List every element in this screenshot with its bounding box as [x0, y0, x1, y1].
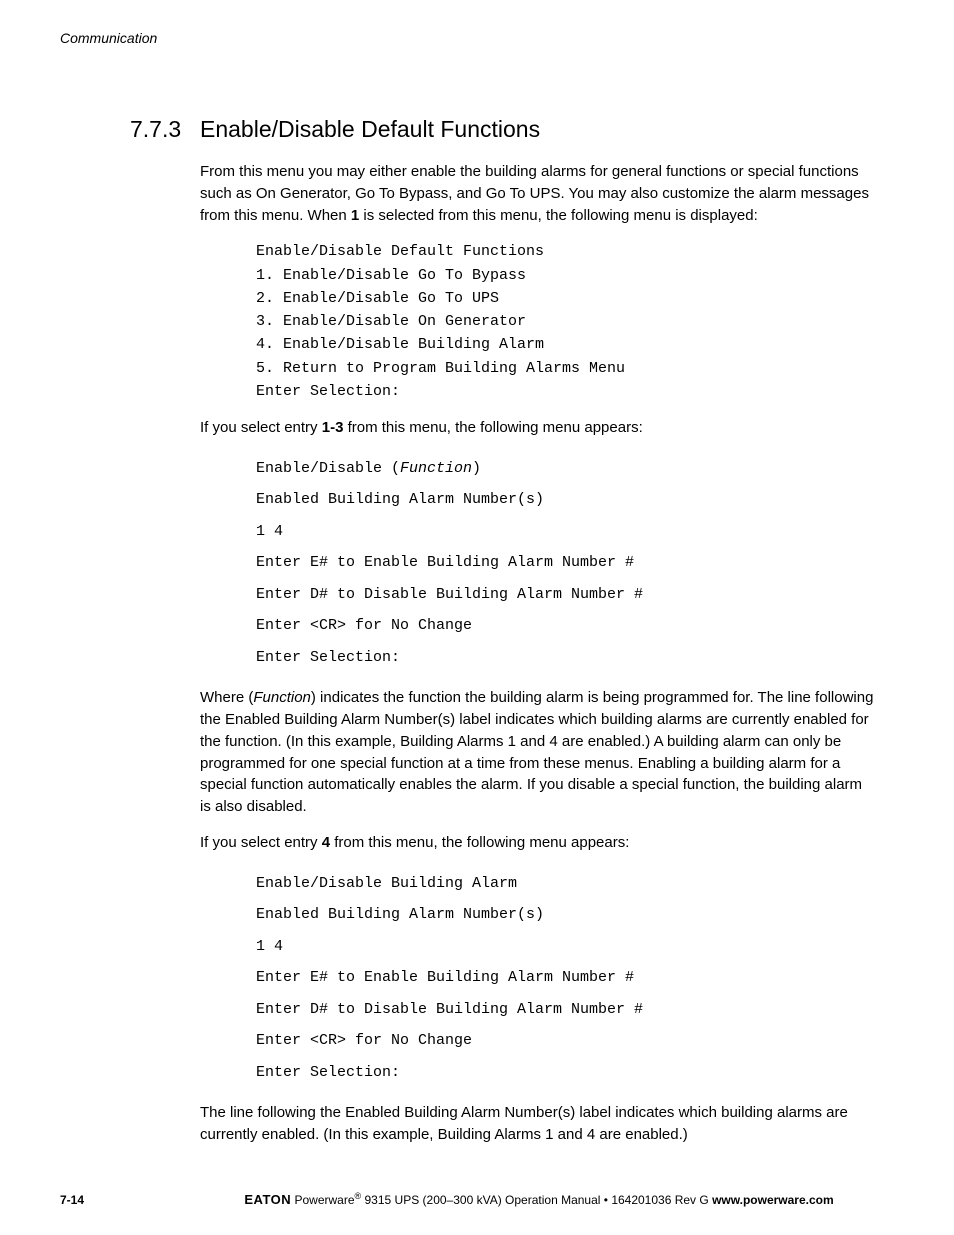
- menu-line: Enable/Disable Building Alarm: [256, 875, 517, 892]
- paragraph-5: The line following the Enabled Building …: [200, 1102, 874, 1146]
- menu-line: Enter <CR> for No Change: [256, 617, 472, 634]
- menu-line: Enter E# to Enable Building Alarm Number…: [256, 969, 634, 986]
- function-italic: Function: [253, 689, 311, 706]
- menu-line: Enabled Building Alarm Number(s): [256, 906, 544, 923]
- bold-4: 4: [322, 834, 330, 851]
- menu-line: 2. Enable/Disable Go To UPS: [256, 290, 499, 307]
- function-placeholder: Function: [400, 460, 472, 477]
- menu-line: Enter Selection:: [256, 649, 400, 666]
- text: Where (: [200, 689, 253, 706]
- menu-line: Enter D# to Disable Building Alarm Numbe…: [256, 1001, 643, 1018]
- menu-line: Enter Selection:: [256, 1064, 400, 1081]
- page-content: 7.7.3 Enable/Disable Default Functions F…: [200, 116, 874, 1146]
- text: from this menu, the following menu appea…: [330, 834, 629, 851]
- section-title: Enable/Disable Default Functions: [200, 116, 540, 142]
- menu-block-3: Enable/Disable Building Alarm Enabled Bu…: [256, 868, 874, 1089]
- menu-line: Enter E# to Enable Building Alarm Number…: [256, 554, 634, 571]
- menu-line: 1 4: [256, 938, 283, 955]
- text: ) indicates the function the building al…: [200, 689, 873, 815]
- menu-line: Enable/Disable (Function): [256, 460, 481, 477]
- page-number: 7-14: [60, 1193, 84, 1207]
- page-footer: 7-14 EATON Powerware® 9315 UPS (200–300 …: [60, 1191, 894, 1207]
- menu-line: 4. Enable/Disable Building Alarm: [256, 336, 544, 353]
- menu-line: Enabled Building Alarm Number(s): [256, 491, 544, 508]
- bold-1-3: 1-3: [322, 419, 344, 436]
- text: is selected from this menu, the followin…: [359, 207, 758, 224]
- menu-line: Enter <CR> for No Change: [256, 1032, 472, 1049]
- menu-line: Enter D# to Disable Building Alarm Numbe…: [256, 586, 643, 603]
- doc-id: 164201036 Rev G: [611, 1193, 712, 1207]
- footer-center: EATON Powerware® 9315 UPS (200–300 kVA) …: [184, 1191, 894, 1207]
- text: ): [472, 460, 481, 477]
- paragraph-4: If you select entry 4 from this menu, th…: [200, 832, 874, 854]
- paragraph-2: If you select entry 1-3 from this menu, …: [200, 417, 874, 439]
- menu-line: 1. Enable/Disable Go To Bypass: [256, 267, 526, 284]
- menu-line: 3. Enable/Disable On Generator: [256, 313, 526, 330]
- menu-line: Enter Selection:: [256, 383, 400, 400]
- running-header: Communication: [60, 30, 894, 46]
- brand-name: EATON: [244, 1192, 291, 1207]
- footer-url: www.powerware.com: [712, 1193, 834, 1207]
- menu-block-1: Enable/Disable Default Functions 1. Enab…: [256, 240, 874, 403]
- paragraph-3: Where (Function) indicates the function …: [200, 687, 874, 818]
- text: Powerware: [291, 1193, 354, 1207]
- text: Enable/Disable (: [256, 460, 400, 477]
- menu-block-2: Enable/Disable (Function) Enabled Buildi…: [256, 453, 874, 674]
- section-number: 7.7.3: [130, 116, 181, 143]
- section-heading: 7.7.3 Enable/Disable Default Functions: [200, 116, 874, 143]
- text: 9315 UPS (200–300 kVA) Operation Manual: [361, 1193, 600, 1207]
- menu-line: 1 4: [256, 523, 283, 540]
- menu-line: Enable/Disable Default Functions: [256, 243, 544, 260]
- text: If you select entry: [200, 834, 322, 851]
- text: If you select entry: [200, 419, 322, 436]
- menu-line: 5. Return to Program Building Alarms Men…: [256, 360, 625, 377]
- intro-paragraph: From this menu you may either enable the…: [200, 161, 874, 226]
- bold-1: 1: [351, 207, 359, 224]
- separator: •: [600, 1193, 611, 1207]
- text: from this menu, the following menu appea…: [343, 419, 642, 436]
